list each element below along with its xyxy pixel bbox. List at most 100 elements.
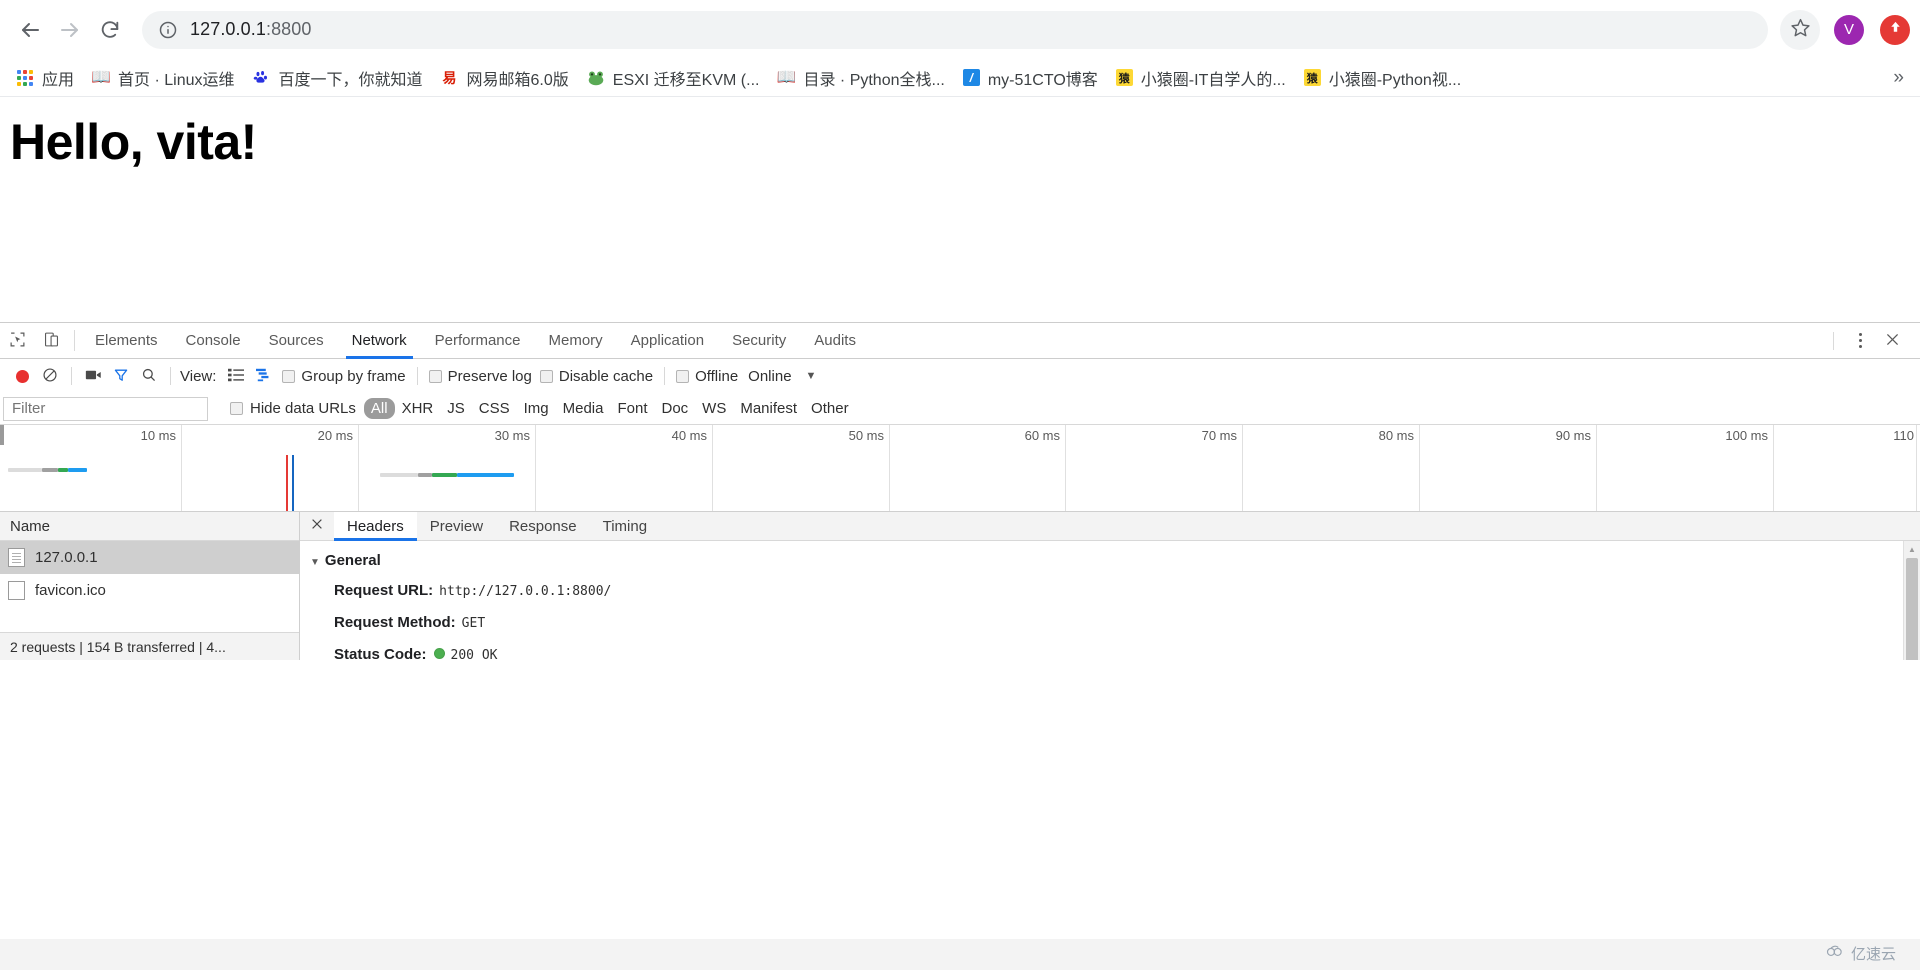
devtools-tabbar: Elements Console Sources Network Perform…	[0, 323, 1920, 359]
funnel-filter-icon	[113, 367, 129, 386]
type-filter-media[interactable]: Media	[556, 398, 611, 419]
tab-console[interactable]: Console	[172, 323, 255, 358]
upload-arrow-icon	[1887, 19, 1904, 41]
tab-preview[interactable]: Preview	[417, 512, 496, 540]
search-button[interactable]	[135, 362, 163, 390]
table-row[interactable]: 127.0.0.1	[0, 541, 299, 574]
bookmark-linux-home[interactable]: 📖 首页 · Linux运维	[84, 64, 242, 92]
bookmark-netease-mail[interactable]: 易 网易邮箱6.0版	[433, 64, 577, 92]
overview-tick-label: 90 ms	[1555, 428, 1591, 443]
overview-bar-download	[457, 473, 514, 477]
bookmark-python-toc[interactable]: 📖 目录 · Python全栈...	[769, 64, 952, 92]
type-filter-css[interactable]: CSS	[472, 398, 517, 419]
tab-response[interactable]: Response	[496, 512, 590, 540]
book-icon: 📖	[777, 68, 796, 86]
hide-data-urls-checkbox[interactable]: Hide data URLs	[230, 400, 356, 417]
toggle-device-toolbar-button[interactable]	[34, 323, 68, 358]
type-filter-font[interactable]: Font	[610, 398, 654, 419]
checkbox-box	[676, 369, 690, 383]
type-filter-img[interactable]: Img	[517, 398, 556, 419]
view-list-button[interactable]	[222, 362, 250, 390]
filter-input[interactable]	[3, 396, 208, 421]
request-name-column-header[interactable]: Name	[0, 512, 299, 541]
tab-headers[interactable]: Headers	[334, 512, 417, 541]
header-row: Request Method: GET	[300, 607, 1920, 639]
bookmark-xiaoyuanquan-it[interactable]: 猿 小猿圈-IT自学人的...	[1108, 64, 1294, 92]
throttling-value[interactable]: Online	[748, 368, 791, 385]
url-host: 127.0.0.1	[190, 19, 266, 39]
checkbox-box	[230, 402, 243, 415]
arrow-left-icon	[18, 18, 42, 42]
bookmarks-overflow-button[interactable]: »	[1887, 59, 1910, 96]
group-by-frame-checkbox[interactable]: Group by frame	[282, 368, 406, 385]
back-button[interactable]	[10, 10, 50, 50]
forward-button[interactable]	[50, 10, 90, 50]
overview-gridline	[181, 425, 182, 511]
tab-network[interactable]: Network	[338, 323, 421, 359]
scroll-up-arrow-icon[interactable]: ▲	[1904, 541, 1920, 558]
tab-security[interactable]: Security	[718, 323, 800, 358]
address-bar[interactable]: 127.0.0.1:8800	[142, 10, 1768, 49]
type-filter-ws[interactable]: WS	[695, 398, 733, 419]
offline-checkbox[interactable]: Offline	[676, 368, 738, 385]
reload-icon	[99, 19, 121, 41]
checkbox-label: Disable cache	[558, 367, 654, 385]
profile-avatar[interactable]: V	[1834, 14, 1864, 45]
filter-toggle-button[interactable]	[107, 362, 135, 390]
tab-memory[interactable]: Memory	[535, 323, 617, 358]
devtools-close-button[interactable]	[1876, 325, 1908, 357]
details-scrollbar[interactable]: ▲	[1903, 541, 1920, 660]
disable-cache-checkbox[interactable]: Disable cache	[539, 367, 654, 385]
type-filter-other[interactable]: Other	[804, 398, 856, 419]
network-filter-bar: Hide data URLs All XHR JS CSS Img Media …	[0, 393, 1920, 425]
view-waterfall-button[interactable]	[250, 362, 278, 390]
tab-audits[interactable]: Audits	[800, 323, 870, 358]
reload-button[interactable]	[90, 10, 130, 50]
network-overview-timeline[interactable]: 10 ms 20 ms 30 ms 40 ms 50 ms 60 ms 70 m…	[0, 425, 1920, 512]
capture-screenshots-button[interactable]	[79, 362, 107, 390]
bookmark-xiaoyuanquan-python[interactable]: 猿 小猿圈-Python视...	[1296, 64, 1469, 92]
page-title: Hello, vita!	[10, 114, 257, 170]
inspect-element-button[interactable]	[0, 323, 34, 358]
overview-bar-download	[68, 468, 87, 472]
browser-toolbar: 127.0.0.1:8800 V	[0, 0, 1920, 59]
bookmark-esxi-kvm[interactable]: ESXI 迁移至KVM (...	[579, 64, 768, 92]
type-filter-all[interactable]: All	[363, 398, 395, 419]
tab-sources[interactable]: Sources	[255, 323, 338, 358]
info-circle-icon[interactable]	[158, 20, 178, 40]
bookmark-51cto-blog[interactable]: / my-51CTO博客	[955, 64, 1106, 92]
chevron-down-icon[interactable]: ▼	[806, 370, 817, 382]
record-button[interactable]	[8, 362, 36, 390]
tab-application[interactable]: Application	[617, 323, 718, 358]
overview-bar-stalled	[42, 468, 58, 472]
scrollbar-thumb[interactable]	[1906, 558, 1918, 660]
section-header[interactable]: ▼ General	[300, 549, 1920, 575]
bookmark-baidu[interactable]: 百度一下，你就知道	[245, 64, 431, 92]
devtools-more-button[interactable]	[1844, 325, 1876, 357]
overview-tick-label: 40 ms	[671, 428, 707, 443]
details-close-button[interactable]	[300, 512, 334, 540]
tab-elements[interactable]: Elements	[81, 323, 172, 358]
bookmark-apps[interactable]: 应用	[8, 64, 82, 92]
toolbar-divider	[664, 367, 666, 385]
close-icon	[1884, 331, 1901, 351]
table-row[interactable]: favicon.ico	[0, 574, 299, 607]
clear-button[interactable]	[36, 362, 64, 390]
tab-timing[interactable]: Timing	[590, 512, 660, 540]
checkbox-label: Preserve log	[447, 367, 532, 385]
header-row: Status Code: 200 OK	[300, 639, 1920, 661]
devtools-tabbar-actions	[1823, 323, 1920, 358]
tab-label: Performance	[434, 332, 521, 349]
preserve-log-checkbox[interactable]: Preserve log	[428, 367, 532, 385]
tab-label: Preview	[429, 517, 484, 535]
bookmark-star-button[interactable]	[1780, 9, 1820, 50]
profile-initial: V	[1843, 21, 1854, 38]
resource-type-filters: All XHR JS CSS Img Media Font Doc WS Man…	[363, 398, 856, 419]
tab-performance[interactable]: Performance	[421, 323, 535, 358]
type-filter-doc[interactable]: Doc	[654, 398, 695, 419]
type-filter-manifest[interactable]: Manifest	[733, 398, 804, 419]
overview-left-handle[interactable]	[0, 425, 4, 445]
type-filter-js[interactable]: JS	[440, 398, 472, 419]
extension-button[interactable]	[1880, 14, 1910, 45]
type-filter-xhr[interactable]: XHR	[395, 398, 441, 419]
